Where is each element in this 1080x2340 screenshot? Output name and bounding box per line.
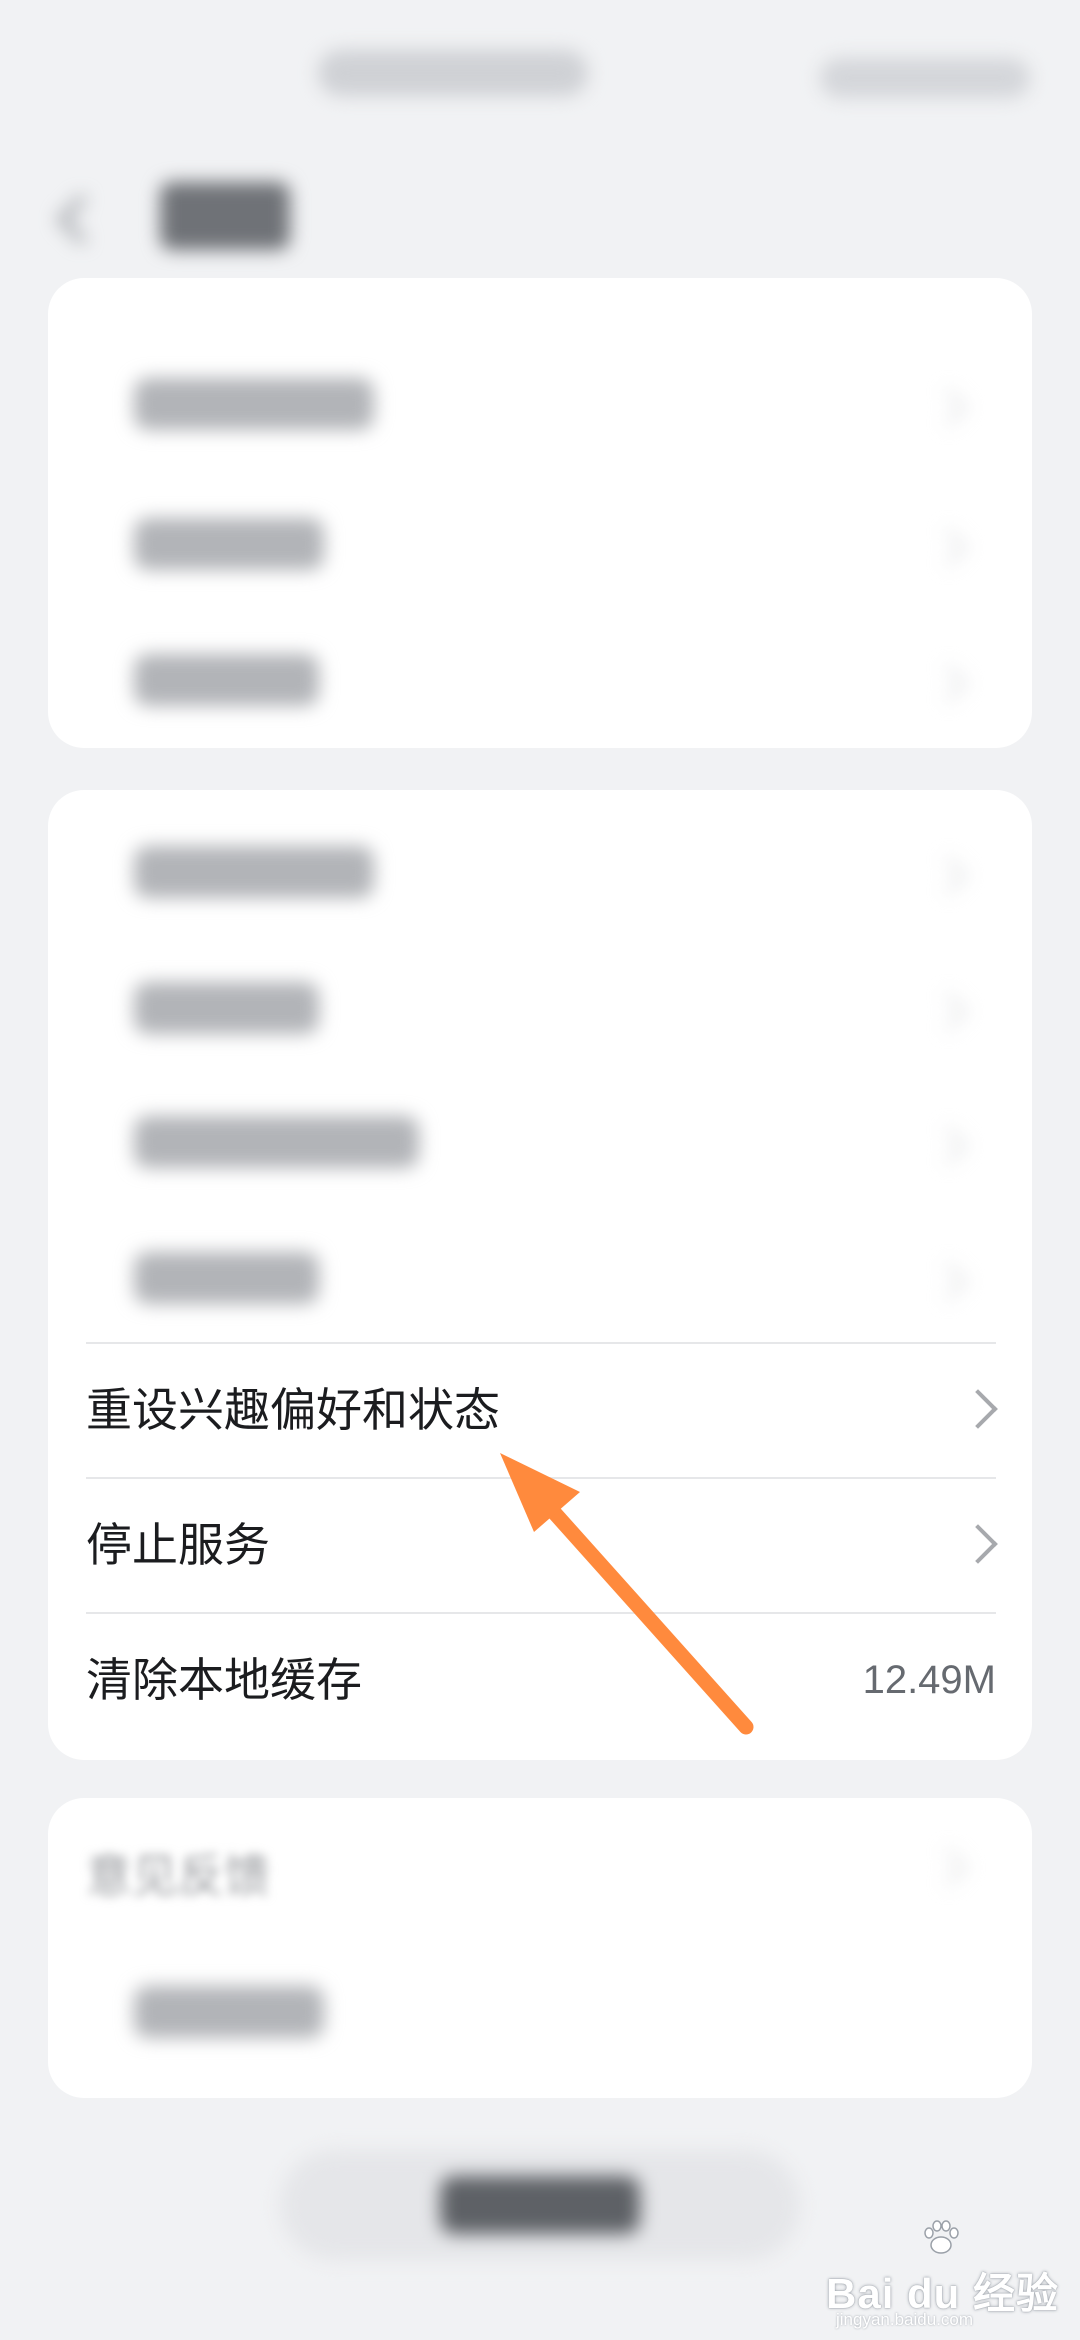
chevron-right-icon xyxy=(958,1389,998,1429)
settings-row-blurred[interactable] xyxy=(134,982,319,1034)
back-arrow-icon[interactable] xyxy=(46,190,96,250)
settings-row-blurred[interactable] xyxy=(134,846,374,898)
settings-row-blurred[interactable] xyxy=(134,518,324,570)
chevron-right-icon xyxy=(929,856,968,895)
settings-card-1 xyxy=(48,278,1032,748)
chevron-right-icon xyxy=(929,1126,968,1165)
reset-preferences-label: 重设兴趣偏好和状态 xyxy=(86,1384,500,1436)
settings-row-blurred[interactable] xyxy=(134,1252,319,1304)
settings-row-blurred[interactable] xyxy=(134,1986,324,2038)
chevron-right-icon xyxy=(929,528,968,567)
baidu-jingyan-watermark: Bai du 经验 jingyan.baidu.com xyxy=(826,2218,1076,2329)
reset-preferences-row[interactable]: 重设兴趣偏好和状态 xyxy=(48,1343,1032,1478)
page-title xyxy=(160,182,290,250)
stop-service-label: 停止服务 xyxy=(86,1519,270,1571)
cache-size-value: 12.49M xyxy=(862,1658,996,1702)
chevron-right-icon xyxy=(929,1848,968,1887)
chevron-right-icon xyxy=(958,1524,998,1564)
chevron-right-icon xyxy=(929,1262,968,1301)
chevron-right-icon xyxy=(929,664,968,703)
page-header xyxy=(0,160,1080,290)
clear-cache-label: 清除本地缓存 xyxy=(86,1654,362,1706)
stop-service-row[interactable]: 停止服务 xyxy=(48,1478,1032,1613)
settings-row-blurred[interactable] xyxy=(134,654,319,706)
watermark-url: jingyan.baidu.com xyxy=(836,2310,974,2329)
settings-row-blurred[interactable] xyxy=(134,1116,419,1168)
paw-icon xyxy=(924,2220,959,2254)
chevron-right-icon xyxy=(929,388,968,427)
feedback-label[interactable]: 意见反馈 xyxy=(86,1840,270,1906)
bottom-action-label xyxy=(440,2176,640,2234)
settings-row-blurred[interactable] xyxy=(134,378,374,430)
status-bar-right-blob xyxy=(820,58,1030,98)
status-bar xyxy=(0,0,1080,140)
chevron-right-icon xyxy=(929,992,968,1031)
status-bar-left-blob xyxy=(318,50,588,96)
clear-cache-row[interactable]: 清除本地缓存 12.49M xyxy=(48,1613,1032,1748)
